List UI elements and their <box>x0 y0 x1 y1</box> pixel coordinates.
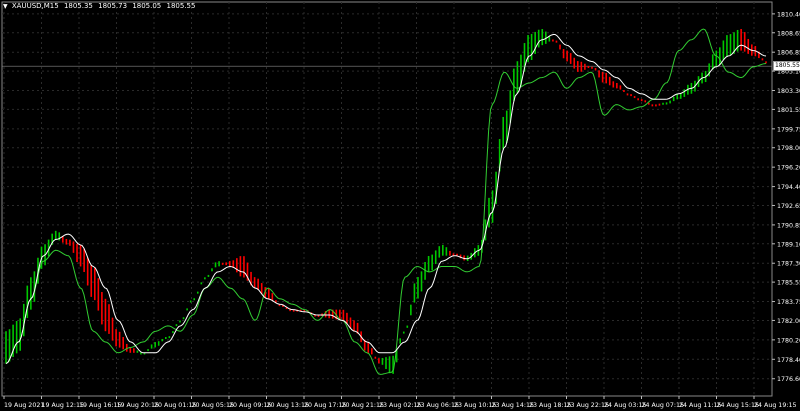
x-tick-label: 20 Aug 21:15 <box>342 402 384 409</box>
close-price: 1805.55 <box>166 2 196 10</box>
x-tick-label: 20 Aug 05:15 <box>192 402 234 409</box>
y-tick-label: 1801.55 <box>777 107 800 114</box>
y-tick-label: 1803.30 <box>777 88 800 95</box>
x-tick-label: 23 Aug 10:15 <box>454 402 496 409</box>
x-tick-label: 23 Aug 14:15 <box>492 402 534 409</box>
x-tick-label: 24 Aug 11:15 <box>679 402 721 409</box>
current-price-label: 1805.55 <box>773 61 800 72</box>
x-tick-label: 23 Aug 18:15 <box>529 402 571 409</box>
dropdown-arrow-icon[interactable]: ▼ <box>3 3 8 10</box>
x-tick-label: 19 Aug 16:15 <box>79 402 121 409</box>
x-tick-label: 19 Aug 2021 <box>4 402 44 409</box>
y-tick-label: 1789.10 <box>777 241 800 248</box>
chart-header: ▼ XAUUSD,M15 1805.35 1805.73 1805.05 180… <box>3 2 198 10</box>
trading-chart-window[interactable]: 1810.401808.651806.851805.101803.301801.… <box>0 0 800 411</box>
x-tick-label: 23 Aug 02:15 <box>379 402 421 409</box>
y-tick-label: 1783.75 <box>777 299 800 306</box>
y-tick-label: 1810.40 <box>777 11 800 18</box>
y-tick-label: 1792.65 <box>777 203 800 210</box>
x-tick-label: 20 Aug 09:15 <box>229 402 271 409</box>
y-tick-label: 1798.00 <box>777 145 800 152</box>
y-tick-label: 1785.55 <box>777 280 800 287</box>
chart-frame <box>1 1 773 397</box>
x-tick-label: 20 Aug 01:15 <box>154 402 196 409</box>
x-tick-label: 20 Aug 17:15 <box>304 402 346 409</box>
chart-grid <box>1 1 773 397</box>
y-tick-label: 1796.20 <box>777 165 800 172</box>
y-tick-label: 1799.75 <box>777 126 800 133</box>
y-tick-label: 1780.20 <box>777 337 800 344</box>
x-tick-label: 20 Aug 13:15 <box>267 402 309 409</box>
y-tick-label: 1806.85 <box>777 50 800 57</box>
low-price: 1805.05 <box>132 2 162 10</box>
symbol-label: XAUUSD,M15 <box>11 2 59 10</box>
x-tick-label: 23 Aug 06:15 <box>417 402 459 409</box>
time-axis: 19 Aug 202119 Aug 12:1519 Aug 16:1519 Au… <box>3 396 796 409</box>
moving-average-line <box>5 34 767 365</box>
high-price: 1805.73 <box>98 2 128 10</box>
x-tick-label: 24 Aug 19:15 <box>754 402 796 409</box>
indicator-lines <box>5 28 767 375</box>
y-tick-label: 1790.85 <box>777 222 800 229</box>
y-tick-label: 1778.40 <box>777 357 800 364</box>
y-tick-label: 1782.00 <box>777 318 800 325</box>
x-tick-label: 19 Aug 20:15 <box>117 402 159 409</box>
open-price: 1805.35 <box>63 2 93 10</box>
x-tick-label: 23 Aug 22:15 <box>567 402 609 409</box>
price-chart[interactable]: 1810.401808.651806.851805.101803.301801.… <box>0 0 800 411</box>
x-tick-label: 24 Aug 03:15 <box>604 402 646 409</box>
x-tick-label: 24 Aug 07:15 <box>642 402 684 409</box>
y-tick-label: 1787.30 <box>777 261 800 268</box>
y-tick-label: 1776.60 <box>777 376 800 383</box>
y-tick-label: 1808.65 <box>777 30 800 37</box>
x-tick-label: 19 Aug 12:15 <box>42 402 84 409</box>
x-tick-label: 24 Aug 15:15 <box>717 402 759 409</box>
y-tick-label: 1794.40 <box>777 184 800 191</box>
